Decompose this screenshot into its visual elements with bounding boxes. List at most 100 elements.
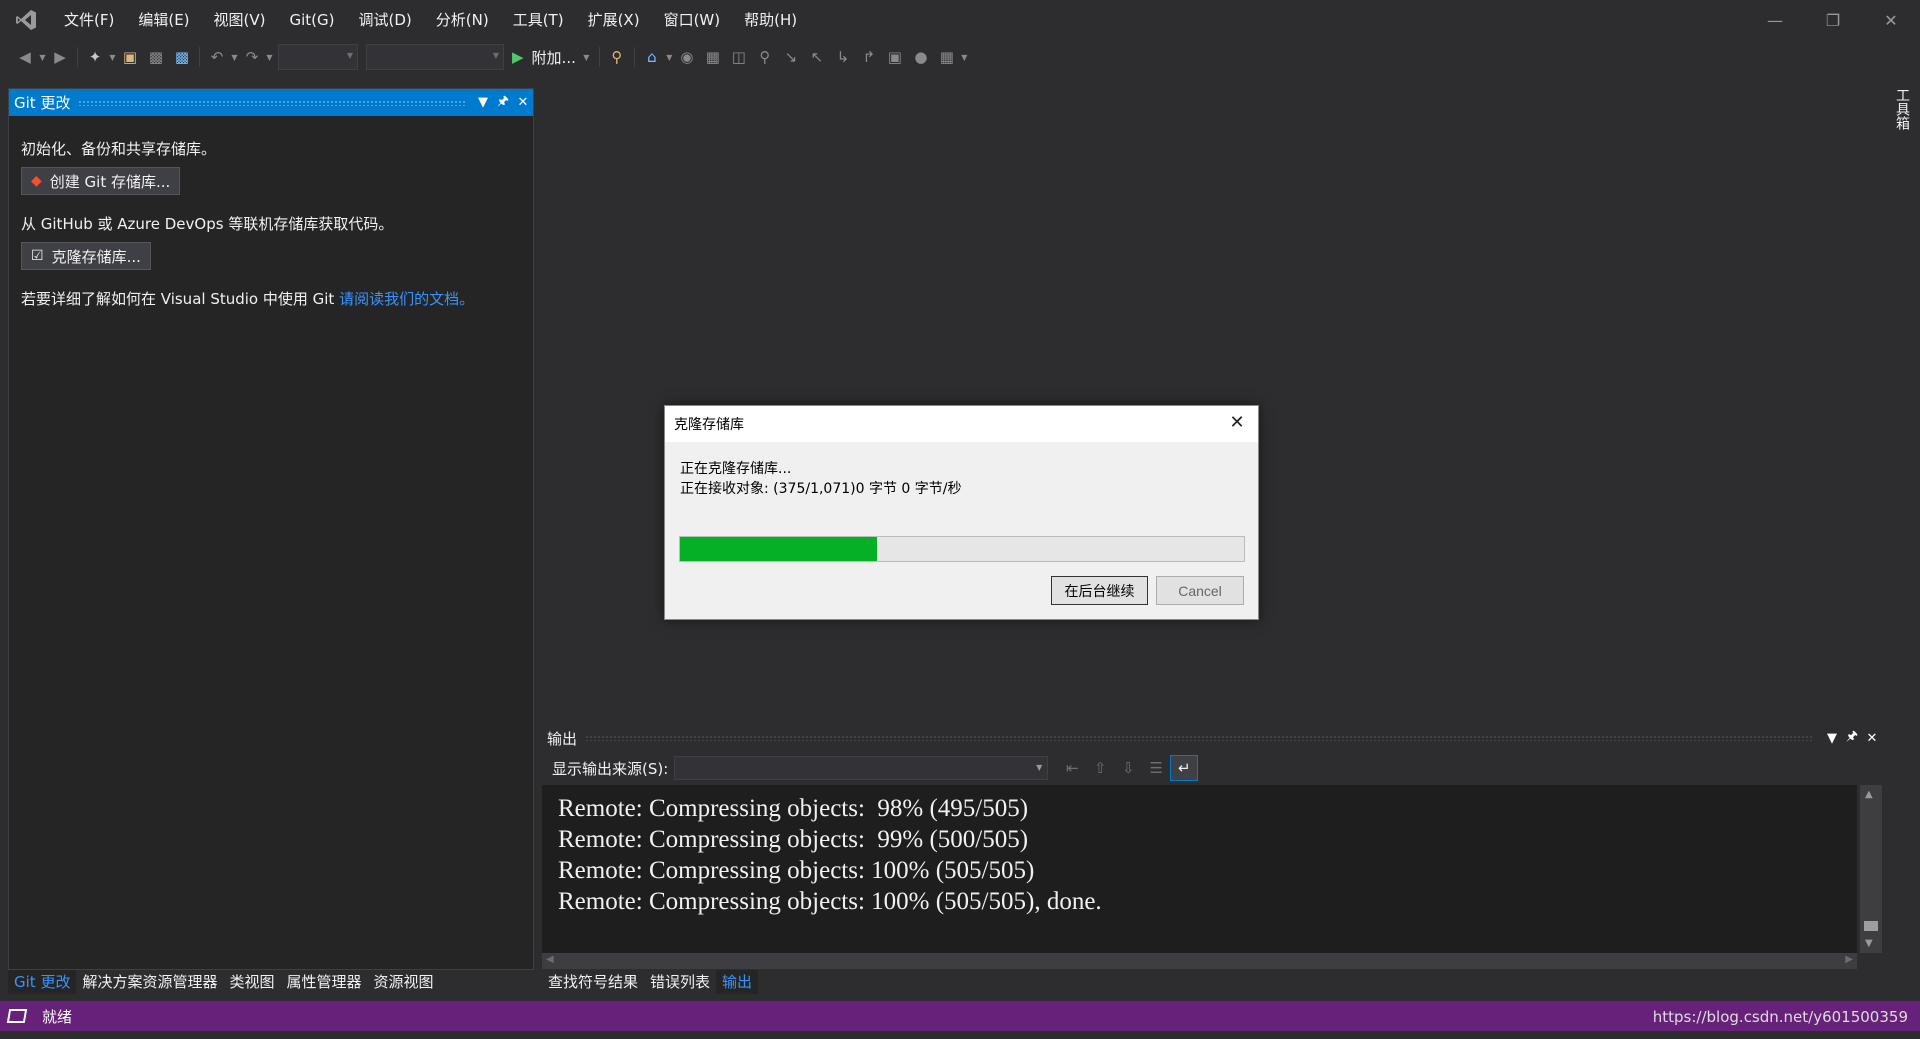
undo-icon[interactable]: ↶ — [204, 44, 230, 70]
clone-repo-button[interactable]: ☑ 克隆存储库... — [21, 242, 151, 270]
git-repo-icon: ◆ — [31, 173, 42, 189]
toolbox-label: 工具箱 — [1894, 88, 1910, 130]
clone-icon: ☑ — [31, 248, 44, 264]
tab-solution-explorer[interactable]: 解决方案资源管理器 — [76, 970, 223, 994]
panel-menu-icon[interactable]: ▼ — [473, 95, 493, 110]
new-project-icon[interactable]: ✦ — [82, 44, 108, 70]
tab-property-manager[interactable]: 属性管理器 — [280, 970, 367, 994]
menu-tools[interactable]: 工具(T) — [501, 6, 576, 34]
create-git-repo-button[interactable]: ◆ 创建 Git 存储库... — [21, 167, 181, 195]
pin-icon[interactable]: 🖈 — [493, 92, 513, 114]
output-line: Remote: Compressing objects: 100% (505/5… — [558, 857, 1035, 884]
scroll-down-icon[interactable]: ▼ — [1865, 938, 1873, 949]
menu-view[interactable]: 视图(V) — [202, 6, 278, 34]
window-controls: — ❐ ✕ — [1746, 0, 1920, 40]
attach-label: 附加... — [531, 48, 576, 67]
docs-link[interactable]: 请阅读我们的文档 — [339, 290, 459, 308]
close-panel-icon[interactable]: ✕ — [1862, 731, 1882, 746]
menu-debug[interactable]: 调试(D) — [347, 6, 424, 34]
output-header: 输出 ▼ 🖈 ✕ — [542, 725, 1882, 751]
scroll-thumb[interactable] — [1864, 921, 1878, 931]
redo-dropdown-icon[interactable]: ▼ — [265, 53, 274, 62]
git-changes-panel: Git 更改 ▼ 🖈 ✕ 初始化、备份和共享存储库。 ◆ 创建 Git 存储库.… — [8, 88, 534, 970]
open-folder-icon[interactable]: ▣ — [117, 44, 143, 70]
tab-class-view[interactable]: 类视图 — [223, 970, 280, 994]
left-dock-tabs: Git 更改 解决方案资源管理器 类视图 属性管理器 资源视图 — [8, 970, 534, 994]
header-grip — [78, 99, 465, 106]
learn-more-suffix: 。 — [459, 290, 475, 308]
clear-all-icon[interactable]: ☰ — [1142, 755, 1170, 781]
output-vertical-scrollbar[interactable]: ▲ ▼ — [1860, 785, 1882, 953]
restore-icon[interactable]: ❐ — [1804, 0, 1862, 40]
git-changes-header: Git 更改 ▼ 🖈 ✕ — [9, 89, 533, 116]
close-panel-icon[interactable]: ✕ — [513, 95, 533, 110]
configuration-combo[interactable]: ▼ — [278, 44, 358, 70]
cancel-button[interactable]: Cancel — [1156, 576, 1244, 605]
attach-button[interactable]: ▶ 附加... ▼ — [508, 47, 595, 68]
output-panel: 输出 ▼ 🖈 ✕ 显示输出来源(S): ▼ ⇤ ⇧ ⇩ ☰ ↵ Remote: … — [542, 725, 1882, 970]
menu-help[interactable]: 帮助(H) — [732, 6, 809, 34]
find-message-icon[interactable]: ⇤ — [1058, 755, 1086, 781]
new-dropdown-icon[interactable]: ▼ — [108, 53, 117, 62]
continue-in-background-button[interactable]: 在后台继续 — [1051, 576, 1148, 605]
previous-message-icon[interactable]: ⇧ — [1086, 755, 1114, 781]
visual-studio-logo-icon[interactable] — [0, 0, 52, 40]
menu-git[interactable]: Git(G) — [278, 6, 347, 34]
clone-repo-dialog: 克隆存储库 ✕ 正在克隆存储库... 正在接收对象: (375/1,071)0 … — [664, 405, 1259, 620]
forward-icon[interactable]: ▶ — [47, 44, 73, 70]
undo-dropdown-icon[interactable]: ▼ — [230, 53, 239, 62]
next-message-icon[interactable]: ⇩ — [1114, 755, 1142, 781]
output-title[interactable]: 输出 — [547, 728, 577, 749]
progress-fill — [680, 537, 878, 561]
redo-icon[interactable]: ↷ — [239, 44, 265, 70]
scroll-right-icon[interactable]: ▶ — [1845, 954, 1853, 965]
menu-analyze[interactable]: 分析(N) — [424, 6, 501, 34]
word-wrap-icon[interactable]: ↵ — [1170, 755, 1199, 781]
attach-dropdown-icon[interactable]: ▼ — [582, 53, 591, 62]
debug-tool-6-icon: ↖ — [810, 48, 824, 66]
dialog-body: 正在克隆存储库... 正在接收对象: (375/1,071)0 字节 0 字节/… — [665, 442, 1258, 499]
git-changes-title[interactable]: Git 更改 — [14, 92, 70, 113]
toolbar-overflow-icon[interactable]: ▼ — [960, 53, 969, 62]
dialog-title: 克隆存储库 — [674, 417, 744, 433]
debug-tool-3-icon: ◫ — [731, 48, 746, 66]
output-line: Remote: Compressing objects: 100% (505/5… — [558, 888, 1102, 915]
back-icon[interactable]: ◀ — [12, 44, 38, 70]
standard-toolbar: ◀ ▼ ▶ ✦ ▼ ▣ ▩ ▩ ↶ ▼ ↷ ▼ ▼ ▼ ▶ 附加... ▼ ⚲ … — [0, 40, 1920, 74]
tab-resource-view[interactable]: 资源视图 — [368, 970, 440, 994]
create-git-repo-label: 创建 Git 存储库... — [49, 172, 171, 191]
tab-git-changes[interactable]: Git 更改 — [8, 970, 77, 994]
toolbar-separator — [199, 47, 200, 67]
panel-menu-icon[interactable]: ▼ — [1822, 731, 1842, 746]
receive-status-text: 正在接收对象: (375/1,071)0 字节 0 字节/秒 — [680, 481, 962, 497]
output-text-area[interactable]: Remote: Compressing objects: 98% (495/50… — [542, 785, 1857, 953]
tab-error-list[interactable]: 错误列表 — [644, 970, 716, 994]
output-line: Remote: Compressing objects: 99% (500/50… — [558, 826, 1029, 853]
menu-window[interactable]: 窗口(W) — [652, 6, 733, 34]
back-dropdown-icon[interactable]: ▼ — [38, 53, 47, 62]
find-in-files-icon[interactable]: ⚲ — [604, 44, 630, 70]
home-dropdown-icon[interactable]: ▼ — [665, 53, 674, 62]
menu-edit[interactable]: 编辑(E) — [126, 6, 201, 34]
minimize-icon[interactable]: — — [1746, 0, 1804, 40]
output-source-select[interactable]: ▼ — [674, 756, 1049, 780]
debug-tool-4-icon: ⚲ — [759, 48, 771, 66]
platform-combo[interactable]: ▼ — [366, 44, 504, 70]
tab-find-symbol-results[interactable]: 查找符号结果 — [542, 970, 644, 994]
tab-output[interactable]: 输出 — [716, 970, 759, 994]
pin-icon[interactable]: 🖈 — [1842, 727, 1862, 749]
menu-bar: 文件(F) 编辑(E) 视图(V) Git(G) 调试(D) 分析(N) 工具(… — [52, 0, 809, 40]
home-icon[interactable]: ⌂ — [639, 44, 665, 70]
toolbar-separator — [77, 47, 78, 67]
output-horizontal-scrollbar[interactable]: ◀ ▶ — [542, 953, 1857, 969]
toolbox-tab[interactable]: 工具箱 — [1892, 88, 1912, 148]
menu-file[interactable]: 文件(F) — [52, 6, 126, 34]
learn-more-prefix: 若要详细了解如何在 Visual Studio 中使用 Git — [21, 290, 340, 308]
save-icon[interactable]: ▩ — [143, 44, 169, 70]
save-all-icon[interactable]: ▩ — [169, 44, 195, 70]
menu-extensions[interactable]: 扩展(X) — [576, 6, 652, 34]
scroll-left-icon[interactable]: ◀ — [546, 954, 554, 965]
close-window-icon[interactable]: ✕ — [1862, 0, 1920, 40]
dialog-close-icon[interactable]: ✕ — [1226, 412, 1248, 434]
scroll-up-icon[interactable]: ▲ — [1865, 789, 1873, 800]
